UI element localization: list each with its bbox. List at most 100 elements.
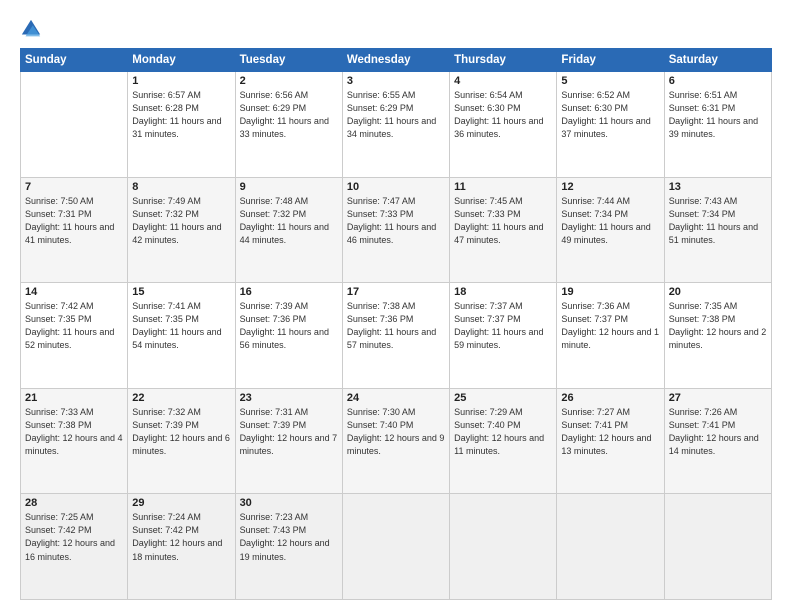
- day-info: Sunrise: 7:32 AMSunset: 7:39 PMDaylight:…: [132, 406, 230, 458]
- cal-cell: 23 Sunrise: 7:31 AMSunset: 7:39 PMDayligh…: [235, 388, 342, 494]
- day-info: Sunrise: 7:36 AMSunset: 7:37 PMDaylight:…: [561, 300, 659, 352]
- day-number: 4: [454, 75, 552, 87]
- day-info: Sunrise: 7:47 AMSunset: 7:33 PMDaylight:…: [347, 195, 445, 247]
- day-number: 22: [132, 392, 230, 404]
- cal-cell: 16 Sunrise: 7:39 AMSunset: 7:36 PMDayligh…: [235, 283, 342, 389]
- cal-cell: [21, 72, 128, 178]
- day-info: Sunrise: 7:23 AMSunset: 7:43 PMDaylight:…: [240, 511, 338, 563]
- day-number: 7: [25, 181, 123, 193]
- day-info: Sunrise: 7:44 AMSunset: 7:34 PMDaylight:…: [561, 195, 659, 247]
- day-number: 28: [25, 497, 123, 509]
- day-number: 6: [669, 75, 767, 87]
- cal-cell: 24 Sunrise: 7:30 AMSunset: 7:40 PMDayligh…: [342, 388, 449, 494]
- cal-cell: 28Sunrise: 7:25 AMSunset: 7:42 PMDayligh…: [21, 494, 128, 600]
- logo: [20, 18, 46, 40]
- day-number: 23: [240, 392, 338, 404]
- col-header-monday: Monday: [128, 49, 235, 72]
- day-info: Sunrise: 7:49 AMSunset: 7:32 PMDaylight:…: [132, 195, 230, 247]
- day-info: Sunrise: 7:30 AMSunset: 7:40 PMDaylight:…: [347, 406, 445, 458]
- day-number: 20: [669, 286, 767, 298]
- day-number: 1: [132, 75, 230, 87]
- day-number: 26: [561, 392, 659, 404]
- week-row-2: 7 Sunrise: 7:50 AMSunset: 7:31 PMDaylight…: [21, 177, 772, 283]
- day-info: Sunrise: 7:31 AMSunset: 7:39 PMDaylight:…: [240, 406, 338, 458]
- day-number: 16: [240, 286, 338, 298]
- day-info: Sunrise: 6:54 AMSunset: 6:30 PMDaylight:…: [454, 89, 552, 141]
- day-number: 29: [132, 497, 230, 509]
- day-info: Sunrise: 7:26 AMSunset: 7:41 PMDaylight:…: [669, 406, 767, 458]
- day-number: 3: [347, 75, 445, 87]
- col-header-saturday: Saturday: [664, 49, 771, 72]
- day-info: Sunrise: 6:56 AMSunset: 6:29 PMDaylight:…: [240, 89, 338, 141]
- day-number: 8: [132, 181, 230, 193]
- cal-cell: 14 Sunrise: 7:42 AMSunset: 7:35 PMDayligh…: [21, 283, 128, 389]
- col-header-tuesday: Tuesday: [235, 49, 342, 72]
- day-number: 14: [25, 286, 123, 298]
- day-info: Sunrise: 7:43 AMSunset: 7:34 PMDaylight:…: [669, 195, 767, 247]
- logo-icon: [20, 18, 42, 40]
- week-row-1: 1 Sunrise: 6:57 AMSunset: 6:28 PMDaylight…: [21, 72, 772, 178]
- cal-cell: 18 Sunrise: 7:37 AMSunset: 7:37 PMDayligh…: [450, 283, 557, 389]
- header-row: SundayMondayTuesdayWednesdayThursdayFrid…: [21, 49, 772, 72]
- day-number: 11: [454, 181, 552, 193]
- day-number: 24: [347, 392, 445, 404]
- day-number: 27: [669, 392, 767, 404]
- day-info: Sunrise: 7:42 AMSunset: 7:35 PMDaylight:…: [25, 300, 123, 352]
- day-info: Sunrise: 7:50 AMSunset: 7:31 PMDaylight:…: [25, 195, 123, 247]
- week-row-4: 21 Sunrise: 7:33 AMSunset: 7:38 PMDayligh…: [21, 388, 772, 494]
- cal-cell: 1 Sunrise: 6:57 AMSunset: 6:28 PMDaylight…: [128, 72, 235, 178]
- cal-cell: 29Sunrise: 7:24 AMSunset: 7:42 PMDayligh…: [128, 494, 235, 600]
- col-header-sunday: Sunday: [21, 49, 128, 72]
- cal-cell: 3 Sunrise: 6:55 AMSunset: 6:29 PMDaylight…: [342, 72, 449, 178]
- day-info: Sunrise: 6:55 AMSunset: 6:29 PMDaylight:…: [347, 89, 445, 141]
- cal-cell: 27 Sunrise: 7:26 AMSunset: 7:41 PMDayligh…: [664, 388, 771, 494]
- day-info: Sunrise: 6:52 AMSunset: 6:30 PMDaylight:…: [561, 89, 659, 141]
- week-row-3: 14 Sunrise: 7:42 AMSunset: 7:35 PMDayligh…: [21, 283, 772, 389]
- cal-cell: 19 Sunrise: 7:36 AMSunset: 7:37 PMDayligh…: [557, 283, 664, 389]
- cal-cell: 21 Sunrise: 7:33 AMSunset: 7:38 PMDayligh…: [21, 388, 128, 494]
- col-header-thursday: Thursday: [450, 49, 557, 72]
- day-info: Sunrise: 7:33 AMSunset: 7:38 PMDaylight:…: [25, 406, 123, 458]
- day-info: Sunrise: 7:29 AMSunset: 7:40 PMDaylight:…: [454, 406, 552, 458]
- header: [20, 18, 772, 40]
- cal-cell: [664, 494, 771, 600]
- cal-cell: 20Sunrise: 7:35 AMSunset: 7:38 PMDayligh…: [664, 283, 771, 389]
- cal-cell: 11 Sunrise: 7:45 AMSunset: 7:33 PMDayligh…: [450, 177, 557, 283]
- cal-cell: 12 Sunrise: 7:44 AMSunset: 7:34 PMDayligh…: [557, 177, 664, 283]
- day-info: Sunrise: 6:57 AMSunset: 6:28 PMDaylight:…: [132, 89, 230, 141]
- cal-cell: 22 Sunrise: 7:32 AMSunset: 7:39 PMDayligh…: [128, 388, 235, 494]
- cal-cell: 30Sunrise: 7:23 AMSunset: 7:43 PMDayligh…: [235, 494, 342, 600]
- cal-cell: 15 Sunrise: 7:41 AMSunset: 7:35 PMDayligh…: [128, 283, 235, 389]
- day-number: 19: [561, 286, 659, 298]
- day-info: Sunrise: 7:37 AMSunset: 7:37 PMDaylight:…: [454, 300, 552, 352]
- day-number: 15: [132, 286, 230, 298]
- day-info: Sunrise: 7:41 AMSunset: 7:35 PMDaylight:…: [132, 300, 230, 352]
- day-info: Sunrise: 7:45 AMSunset: 7:33 PMDaylight:…: [454, 195, 552, 247]
- day-number: 13: [669, 181, 767, 193]
- cal-cell: 13 Sunrise: 7:43 AMSunset: 7:34 PMDayligh…: [664, 177, 771, 283]
- day-number: 9: [240, 181, 338, 193]
- day-number: 21: [25, 392, 123, 404]
- cal-cell: 26 Sunrise: 7:27 AMSunset: 7:41 PMDayligh…: [557, 388, 664, 494]
- day-number: 5: [561, 75, 659, 87]
- day-number: 2: [240, 75, 338, 87]
- day-info: Sunrise: 7:27 AMSunset: 7:41 PMDaylight:…: [561, 406, 659, 458]
- day-info: Sunrise: 7:48 AMSunset: 7:32 PMDaylight:…: [240, 195, 338, 247]
- cal-cell: [450, 494, 557, 600]
- cal-cell: 5 Sunrise: 6:52 AMSunset: 6:30 PMDaylight…: [557, 72, 664, 178]
- day-info: Sunrise: 7:38 AMSunset: 7:36 PMDaylight:…: [347, 300, 445, 352]
- day-number: 17: [347, 286, 445, 298]
- week-row-5: 28Sunrise: 7:25 AMSunset: 7:42 PMDayligh…: [21, 494, 772, 600]
- col-header-wednesday: Wednesday: [342, 49, 449, 72]
- day-number: 12: [561, 181, 659, 193]
- cal-cell: 17 Sunrise: 7:38 AMSunset: 7:36 PMDayligh…: [342, 283, 449, 389]
- cal-cell: 8 Sunrise: 7:49 AMSunset: 7:32 PMDaylight…: [128, 177, 235, 283]
- day-number: 25: [454, 392, 552, 404]
- day-info: Sunrise: 7:39 AMSunset: 7:36 PMDaylight:…: [240, 300, 338, 352]
- col-header-friday: Friday: [557, 49, 664, 72]
- cal-cell: 25 Sunrise: 7:29 AMSunset: 7:40 PMDayligh…: [450, 388, 557, 494]
- page: SundayMondayTuesdayWednesdayThursdayFrid…: [0, 0, 792, 612]
- cal-cell: 7 Sunrise: 7:50 AMSunset: 7:31 PMDaylight…: [21, 177, 128, 283]
- cal-cell: [557, 494, 664, 600]
- day-number: 18: [454, 286, 552, 298]
